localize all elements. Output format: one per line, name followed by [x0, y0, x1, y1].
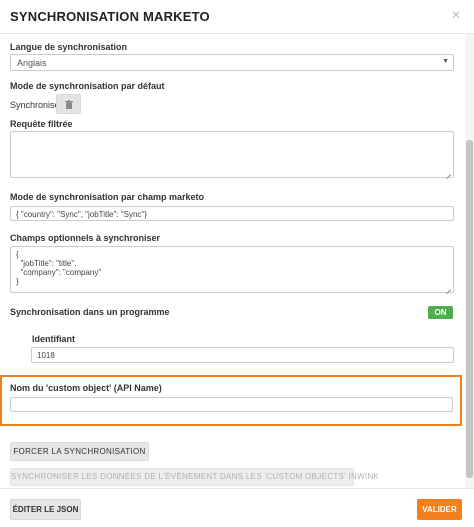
marketo-sync-modal: SYNCHRONISATION MARKETO × Langue de sync… [0, 0, 474, 527]
filtered-query-label: Requête filtrée [10, 119, 73, 129]
default-mode-delete-button[interactable] [56, 94, 81, 114]
program-sync-label: Synchronisation dans un programme [10, 307, 170, 317]
validate-button[interactable]: VALIDER [417, 499, 462, 520]
resize-grip-icon[interactable] [445, 284, 451, 290]
identifier-label: Identifiant [32, 334, 75, 344]
trash-icon [65, 100, 73, 109]
language-label: Langue de synchronisation [10, 42, 128, 52]
modal-footer: ÉDITER LE JSON VALIDER [0, 488, 474, 527]
edit-json-button[interactable]: ÉDITER LE JSON [10, 499, 81, 520]
optional-fields-value: { "jobTitle": "title", "company": "compa… [16, 250, 102, 286]
field-mode-input[interactable]: { "country": "Sync", "jobTitle": "Sync"} [10, 206, 454, 221]
chevron-down-icon: ▼ [442, 58, 449, 65]
scrollbar[interactable] [465, 34, 474, 488]
language-select[interactable]: Anglais ▼ [10, 54, 454, 71]
optional-fields-label: Champs optionnels à synchroniser [10, 233, 161, 243]
language-select-value: Anglais [17, 58, 47, 68]
modal-title: SYNCHRONISATION MARKETO [10, 9, 210, 24]
filtered-query-textarea[interactable] [10, 131, 454, 178]
force-sync-button[interactable]: FORCER LA SYNCHRONISATION [10, 442, 149, 461]
field-mode-label: Mode de synchronisation par champ market… [10, 192, 205, 202]
modal-body: Langue de synchronisation Anglais ▼ Mode… [0, 34, 465, 488]
default-mode-label: Mode de synchronisation par défaut [10, 81, 165, 91]
custom-object-label: Nom du 'custom object' (API Name) [10, 383, 162, 393]
identifier-input[interactable]: 1018 [31, 347, 454, 363]
default-mode-value: Synchroniser [10, 100, 63, 110]
filtered-query-value [11, 132, 453, 138]
program-sync-toggle[interactable]: ON [428, 306, 453, 319]
modal-header: SYNCHRONISATION MARKETO × [0, 0, 474, 34]
custom-object-input[interactable] [10, 397, 453, 412]
resize-grip-icon[interactable] [445, 169, 451, 175]
scrollbar-thumb[interactable] [466, 140, 473, 478]
close-icon[interactable]: × [448, 7, 464, 25]
sync-events-button[interactable]: SYNCHRONISER LES DONNÉES DE L'ÉVÉNEMENT … [10, 468, 379, 486]
optional-fields-textarea[interactable]: { "jobTitle": "title", "company": "compa… [10, 246, 454, 293]
